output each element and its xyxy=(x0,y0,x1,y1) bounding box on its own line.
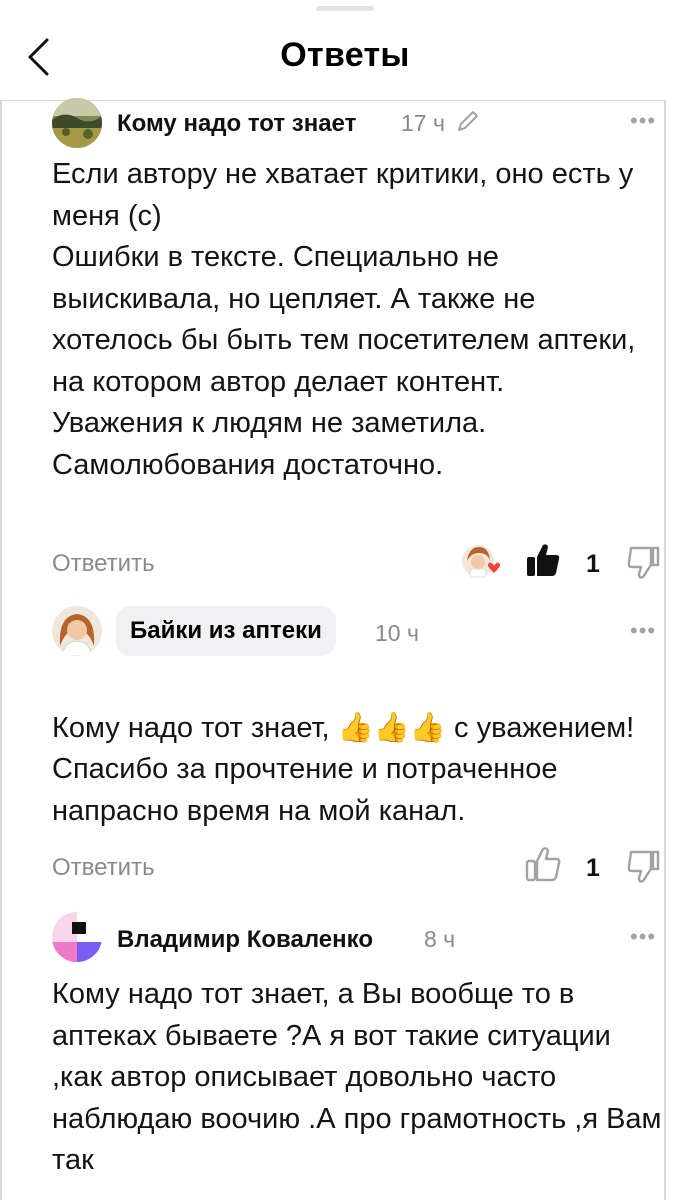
comment-menu-button[interactable]: ••• xyxy=(630,924,656,950)
reply-button[interactable]: Ответить xyxy=(52,550,155,578)
like-icon[interactable] xyxy=(523,844,563,884)
comment-time: 8 ч xyxy=(424,926,456,952)
reply-button[interactable]: Ответить xyxy=(52,854,155,882)
page-title: Ответы xyxy=(280,36,410,74)
thread-frame-right xyxy=(664,100,666,1200)
comment-author[interactable]: Владимир Коваленко xyxy=(117,926,373,954)
like-count: 1 xyxy=(586,550,600,578)
dislike-icon[interactable] xyxy=(625,544,661,582)
comment-menu-button[interactable]: ••• xyxy=(630,108,656,134)
edited-pencil-icon xyxy=(458,111,478,131)
dislike-icon[interactable] xyxy=(625,848,661,886)
author-liked-indicator xyxy=(460,543,504,583)
like-count: 1 xyxy=(586,854,600,882)
landscape-avatar-icon xyxy=(52,98,102,148)
like-filled-icon[interactable] xyxy=(523,540,563,580)
comment-time: 17 ч xyxy=(401,110,445,136)
avatar[interactable] xyxy=(52,98,102,148)
comment-text: Если автору не хватает критики, оно есть… xyxy=(52,158,636,481)
comment-menu-button[interactable]: ••• xyxy=(630,618,656,644)
comment-author[interactable]: Кому надо тот знает xyxy=(117,110,356,138)
abstract-avatar-icon xyxy=(52,912,102,962)
avatar[interactable] xyxy=(52,912,102,962)
thumbs-up-emoji: 👍👍👍 xyxy=(337,711,446,744)
thread-frame-left xyxy=(0,100,2,1200)
comment-text: Кому надо тот знает, а Вы вообще то в ап… xyxy=(52,978,662,1176)
comment-author-chip[interactable]: Байки из аптеки xyxy=(116,606,336,656)
comment-text-part: Кому надо тот знает, xyxy=(52,711,338,744)
comment-text: Кому надо тот знает, 👍👍👍 с уважением! Сп… xyxy=(52,666,664,832)
comment-time: 10 ч xyxy=(375,620,419,646)
thread-frame-top xyxy=(0,100,666,101)
pharmacist-avatar-icon xyxy=(52,606,102,656)
author-avatar-heart-icon xyxy=(462,545,500,578)
avatar[interactable] xyxy=(52,606,102,656)
header: Ответы xyxy=(0,0,690,100)
